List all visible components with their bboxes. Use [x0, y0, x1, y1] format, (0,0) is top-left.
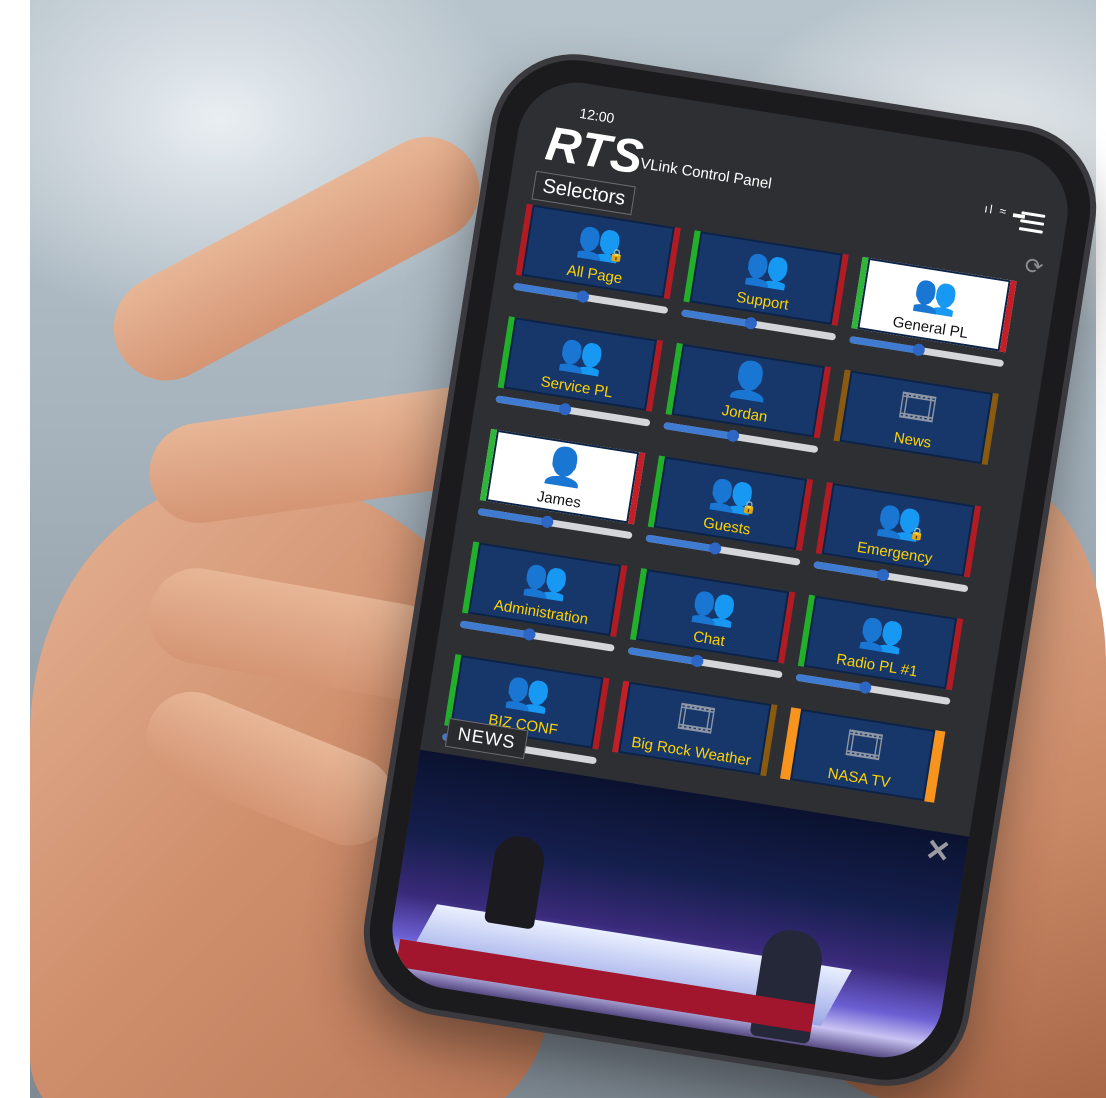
selector-tile[interactable]: 👥 Administration [462, 541, 628, 638]
selector-nasa-tv[interactable]: 🎞 NASA TV [777, 707, 946, 822]
selector-all-page[interactable]: 👥 🔒 All Page [512, 203, 681, 319]
selector-tile[interactable]: 👥 🔒 All Page [515, 203, 681, 300]
selector-tile[interactable]: 👥 Chat [629, 568, 796, 664]
person-icon: 👤 [538, 442, 590, 491]
selector-tile[interactable]: 👥 🔒 Emergency [815, 482, 982, 578]
selector-tile[interactable]: 👥 Service PL [497, 316, 664, 412]
selector-big-rock-weather[interactable]: 🎞 Big Rock Weather [609, 680, 778, 796]
menu-icon[interactable] [1018, 211, 1046, 235]
selector-guests[interactable]: 👥 🔒 Guests [645, 455, 814, 570]
video-icon: 🎞 [838, 720, 891, 769]
group-icon: 👥 [688, 581, 740, 630]
selector-biz-conf[interactable]: 👥 BIZ CONF [441, 654, 610, 769]
selector-support[interactable]: 👥 Support [680, 230, 849, 345]
video-icon: 🎞 [670, 694, 723, 742]
selector-label: NASA TV [826, 764, 892, 792]
selector-tile[interactable]: 👥 General PL [851, 256, 1017, 353]
selector-chat[interactable]: 👥 Chat [627, 568, 796, 683]
group-icon: 👥 [742, 243, 794, 292]
selector-james[interactable]: 👤 James [477, 428, 646, 544]
group-icon: 👥 [856, 608, 908, 656]
refresh-icon[interactable]: ⟳ [1023, 253, 1045, 282]
selector-tile[interactable]: 👤 James [479, 428, 646, 525]
selector-service-pl[interactable]: 👥 Service PL [495, 316, 664, 431]
app-screen: 12:00 ıl ≈ ▬ RTS VLink Control Panel ⟳ S… [383, 74, 1077, 1066]
photo-background: 12:00 ıl ≈ ▬ RTS VLink Control Panel ⟳ S… [0, 0, 1106, 1098]
left-margin [0, 0, 30, 1098]
lock-icon: 🔒 [608, 247, 626, 264]
group-icon: 👥 [556, 329, 608, 378]
selector-radio-pl-1[interactable]: 👥 Radio PL #1 [795, 594, 964, 710]
index-finger [95, 118, 498, 399]
selector-tile[interactable]: 🎞 Big Rock Weather [612, 680, 778, 777]
selector-tile[interactable]: 👥 🔒 Guests [647, 455, 814, 552]
group-icon: 👥 [503, 667, 554, 716]
selector-tile[interactable]: 🎞 News [833, 369, 999, 466]
selector-jordan[interactable]: 👤 Jordan [662, 342, 831, 458]
close-icon[interactable]: ✕ [923, 832, 953, 871]
selector-general-pl[interactable]: 👥 General PL [848, 256, 1017, 372]
lock-icon: 🔒 [740, 499, 758, 516]
selector-emergency[interactable]: 👥 🔒 Emergency [813, 482, 982, 597]
selector-tile[interactable]: 🎞 NASA TV [780, 707, 946, 803]
selector-administration[interactable]: 👥 Administration [459, 541, 628, 656]
group-icon: 👥 [521, 555, 572, 603]
video-icon: 🎞 [892, 383, 944, 431]
selector-tile[interactable]: 👥 Radio PL #1 [797, 594, 964, 691]
news-anchor [483, 832, 548, 930]
selector-news[interactable]: 🎞 News [830, 369, 999, 484]
selector-tile[interactable]: 👤 Jordan [665, 342, 831, 439]
group-icon: 👥 [910, 270, 962, 319]
app-title: VLink Control Panel [639, 155, 773, 193]
selector-tile[interactable]: 👥 Support [683, 230, 849, 326]
lock-icon: 🔒 [908, 525, 926, 542]
person-icon: 👤 [724, 356, 776, 405]
